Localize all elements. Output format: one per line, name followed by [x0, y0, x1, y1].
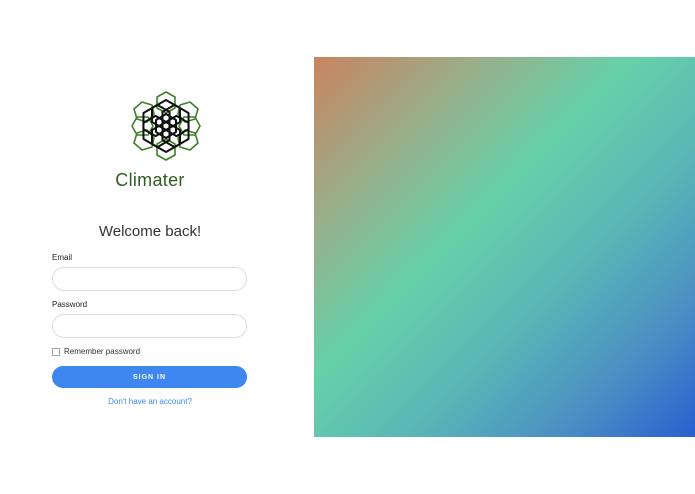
password-label: Password: [52, 300, 88, 309]
login-page: Climater Welcome back! Email Password Re…: [0, 0, 695, 494]
remember-password-checkbox[interactable]: [52, 347, 60, 356]
remember-password-row[interactable]: Remember password: [52, 347, 140, 356]
sign-in-button[interactable]: SIGN IN: [52, 366, 247, 388]
login-panel: Climater Welcome back! Email Password Re…: [0, 0, 300, 494]
email-label: Email: [52, 253, 73, 262]
hexagon-flower-logo-icon: [124, 87, 208, 165]
remember-password-label: Remember password: [64, 347, 141, 356]
email-field[interactable]: [52, 267, 247, 291]
signup-link[interactable]: Don't have an account?: [0, 397, 300, 406]
gradient-hero-panel: [314, 57, 695, 437]
welcome-heading: Welcome back!: [98, 223, 202, 240]
password-field[interactable]: [52, 314, 247, 338]
brand-name: Climater: [115, 170, 185, 190]
